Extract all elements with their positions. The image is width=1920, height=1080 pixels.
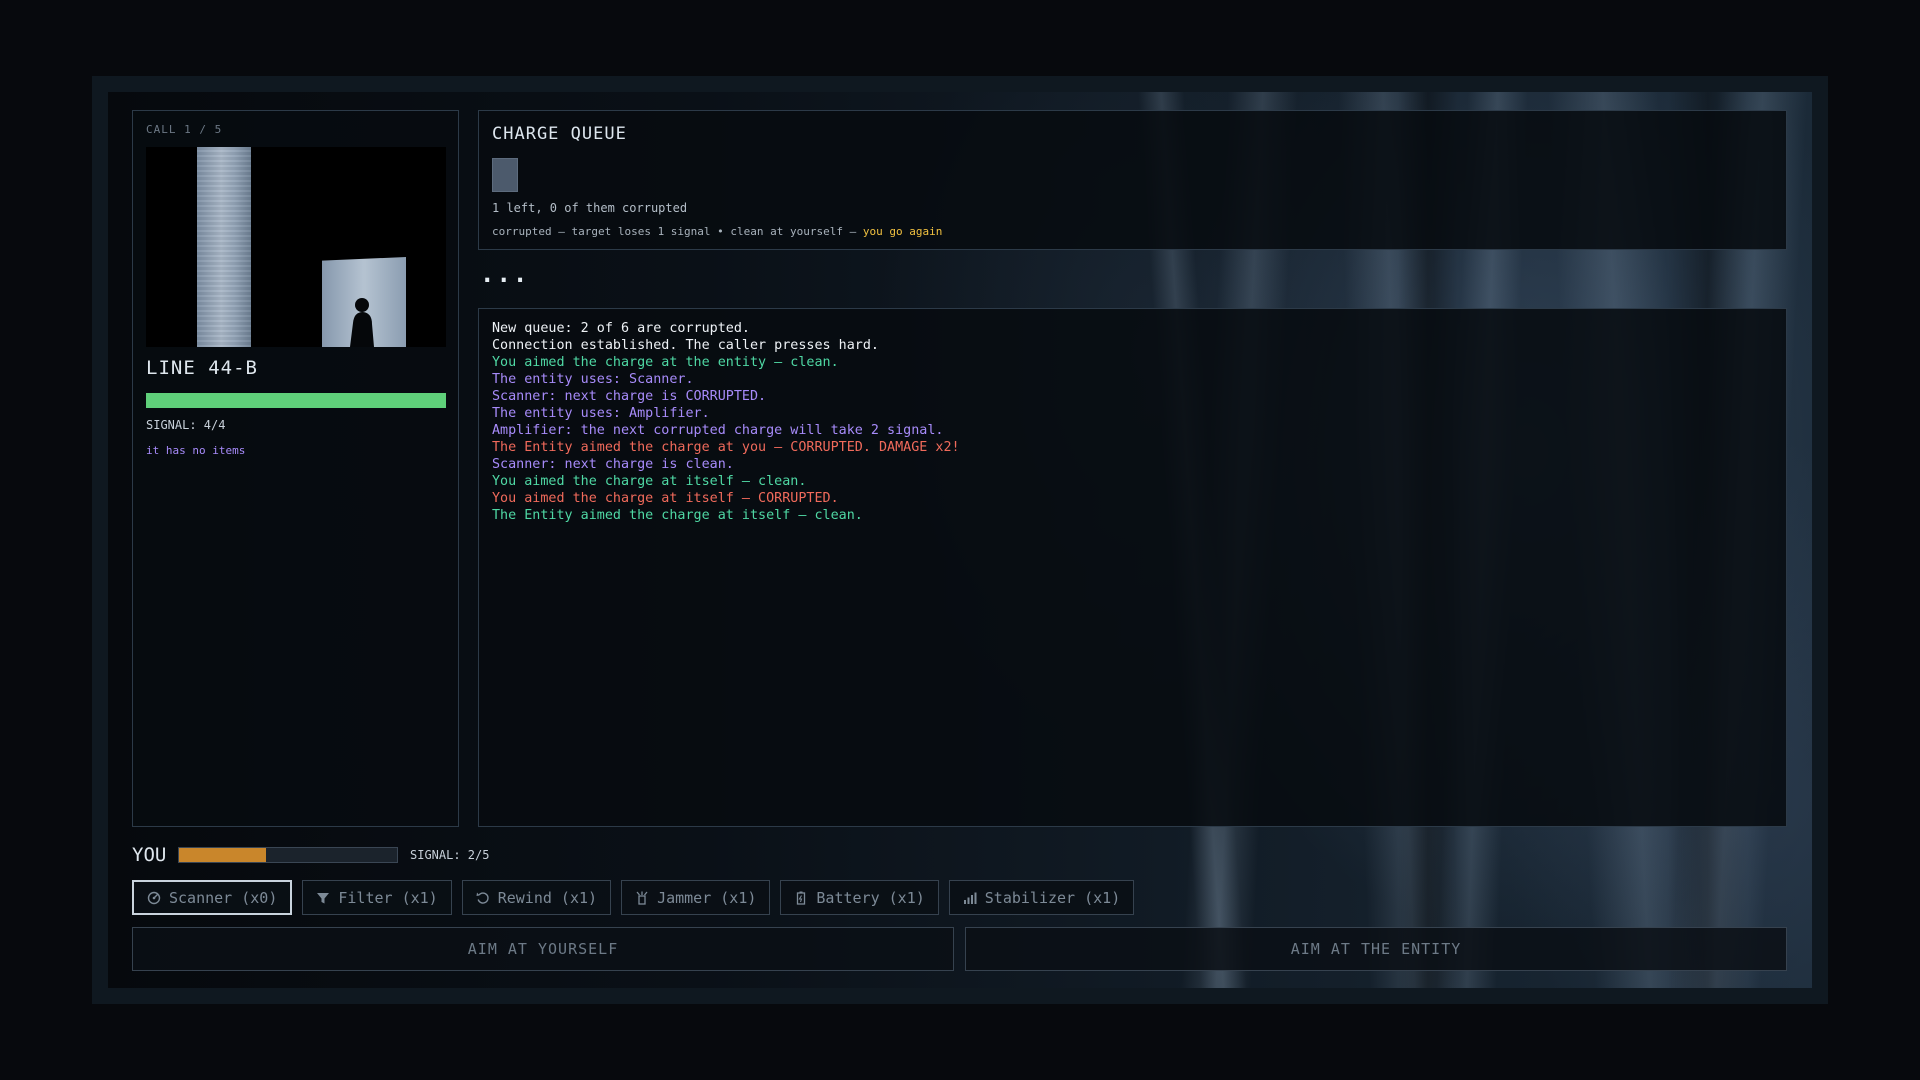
charge-queue-legend: corrupted – target loses 1 signal • clea… — [492, 225, 942, 238]
thinking-indicator: ... — [480, 260, 530, 288]
entity-panel: CALL 1 / 5 LINE 44-B SIGNAL: 4/4 it has … — [132, 110, 459, 827]
player-signal-fill — [179, 848, 267, 862]
item-label: Stabilizer (x1) — [984, 888, 1121, 907]
player-signal-text: SIGNAL: 2/5 — [410, 848, 490, 862]
jammer-icon — [635, 891, 649, 905]
item-label: Rewind (x1) — [497, 888, 598, 907]
item-label: Jammer (x1) — [657, 888, 757, 907]
portrait-pillar — [197, 147, 251, 347]
entity-portrait — [146, 147, 446, 347]
entity-signal-bar — [146, 393, 446, 408]
log-line: You aimed the charge at itself – CORRUPT… — [492, 491, 839, 506]
game-screen: CALL 1 / 5 LINE 44-B SIGNAL: 4/4 it has … — [108, 92, 1812, 988]
aim-at-entity-button[interactable]: AIM AT THE ENTITY — [965, 927, 1787, 971]
charge-queue-shells — [492, 158, 518, 192]
item-button-battery[interactable]: Battery (x1) — [780, 880, 939, 915]
charge-shell — [492, 158, 518, 192]
item-label: Filter (x1) — [338, 888, 438, 907]
stabilizer-icon — [963, 891, 977, 905]
log-line: New queue: 2 of 6 are corrupted. — [492, 321, 750, 336]
item-label: Battery (x1) — [816, 888, 925, 907]
battery-icon — [794, 891, 808, 905]
entity-signal-fill — [146, 393, 446, 408]
legend-highlight: you go again — [862, 225, 943, 238]
log-line: You aimed the charge at itself – clean. — [492, 474, 807, 489]
filter-icon — [316, 891, 330, 905]
event-log: New queue: 2 of 6 are corrupted. Connecti… — [492, 320, 960, 524]
player-label: YOU — [132, 844, 167, 866]
item-label: Scanner (x0) — [169, 888, 278, 907]
log-line: The Entity aimed the charge at itself – … — [492, 508, 863, 523]
rewind-icon — [476, 891, 490, 905]
item-button-scanner[interactable]: Scanner (x0) — [132, 880, 293, 915]
log-line: Connection established. The caller press… — [492, 338, 879, 353]
entity-name: LINE 44-B — [146, 357, 258, 379]
silhouette-figure — [350, 298, 374, 347]
entity-items-text: it has no items — [146, 444, 246, 457]
log-line: Scanner: next charge is clean. — [492, 457, 734, 472]
item-button-stabilizer[interactable]: Stabilizer (x1) — [948, 880, 1135, 915]
player-signal-bar — [178, 847, 398, 863]
item-bar: Scanner (x0) Filter (x1) Rewind (x1) Jammer… — [132, 880, 1135, 915]
scanner-icon — [147, 891, 161, 905]
log-line: The entity uses: Amplifier. — [492, 406, 710, 421]
event-log-panel[interactable]: New queue: 2 of 6 are corrupted. Connecti… — [478, 308, 1787, 827]
charge-queue-status: 1 left, 0 of them corrupted — [492, 201, 688, 215]
entity-signal-text: SIGNAL: 4/4 — [146, 418, 226, 432]
log-line: You aimed the charge at the entity – cle… — [492, 355, 839, 370]
aim-at-yourself-button[interactable]: AIM AT YOURSELF — [132, 927, 954, 971]
item-button-jammer[interactable]: Jammer (x1) — [621, 880, 771, 915]
charge-queue-title: CHARGE QUEUE — [492, 124, 627, 144]
log-line: Amplifier: the next corrupted charge wil… — [492, 423, 944, 438]
call-counter: CALL 1 / 5 — [146, 123, 223, 136]
item-button-rewind[interactable]: Rewind (x1) — [461, 880, 612, 915]
legend-text: corrupted – target loses 1 signal • clea… — [492, 225, 863, 238]
item-button-filter[interactable]: Filter (x1) — [302, 880, 452, 915]
log-line: The Entity aimed the charge at you – COR… — [492, 440, 960, 455]
log-line: The entity uses: Scanner. — [492, 372, 694, 387]
charge-queue-panel: CHARGE QUEUE 1 left, 0 of them corrupted… — [478, 110, 1787, 250]
log-line: Scanner: next charge is CORRUPTED. — [492, 389, 767, 404]
